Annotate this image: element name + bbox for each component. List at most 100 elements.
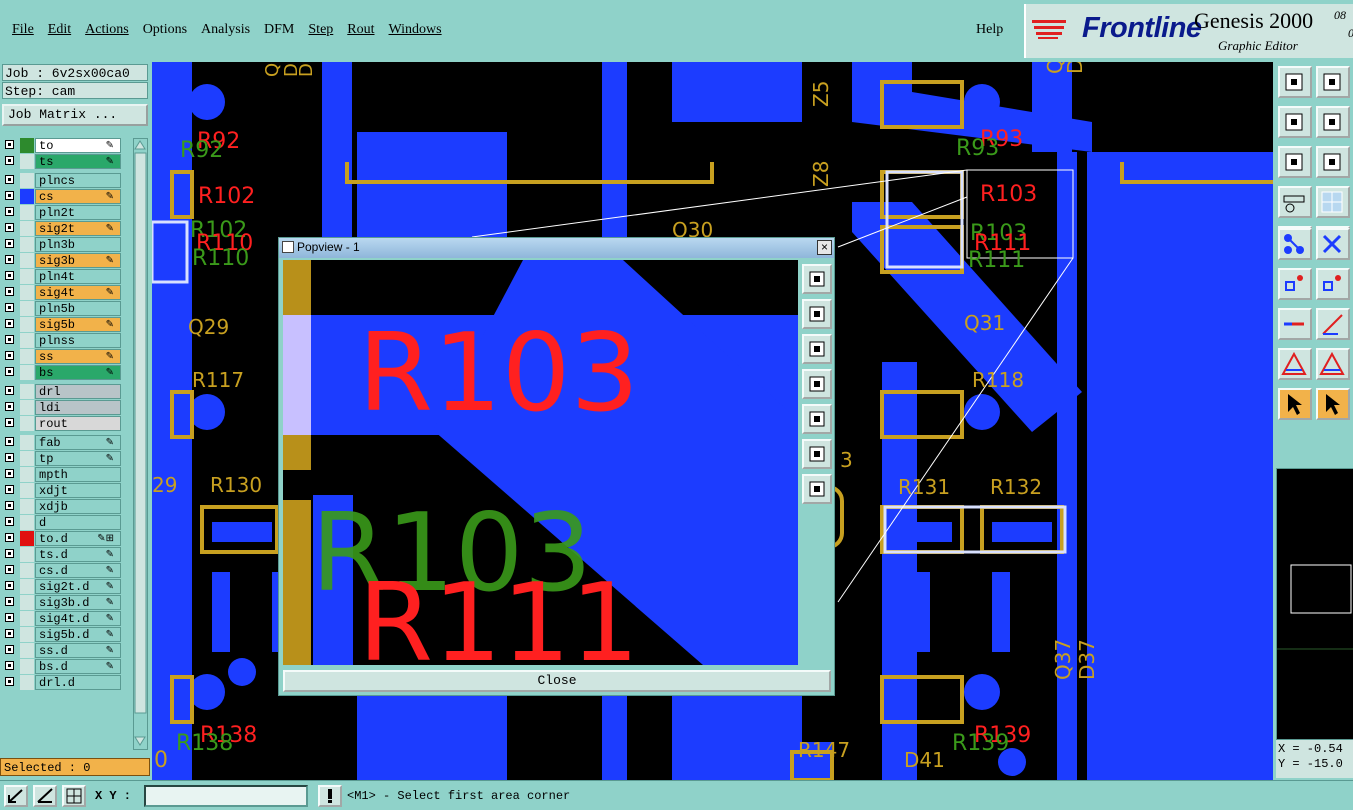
layer-checkbox[interactable] (5, 453, 14, 462)
pointer-active-button[interactable] (1316, 388, 1350, 420)
layer-checkbox[interactable] (5, 239, 14, 248)
layer-row[interactable]: ss.d ✎ (2, 643, 124, 658)
layer-checkbox[interactable] (5, 223, 14, 232)
layer-name[interactable]: sig5b.d ✎ (35, 627, 121, 642)
layer-row[interactable]: sig5b.d ✎ (2, 627, 124, 642)
layer-row[interactable]: sig5b ✎ (2, 317, 124, 332)
layer-name[interactable]: bs ✎ (35, 365, 121, 380)
layer-color-swatch[interactable] (20, 154, 34, 169)
menu-options[interactable]: Options (143, 22, 187, 42)
layer-row[interactable]: pln2t (2, 205, 124, 220)
layer-row[interactable]: pln4t (2, 269, 124, 284)
layer-color-swatch[interactable] (20, 237, 34, 252)
layer-name[interactable]: drl.d (35, 675, 121, 690)
layer-checkbox[interactable] (5, 255, 14, 264)
popview-titlebar[interactable]: Popview - 1 × (279, 238, 834, 258)
layer-checkbox[interactable] (5, 581, 14, 590)
layer-checkbox[interactable] (5, 287, 14, 296)
layer-color-swatch[interactable] (20, 416, 34, 431)
cancel-button[interactable] (1316, 228, 1350, 260)
layer-name[interactable]: pln3b (35, 237, 121, 252)
layer-name[interactable]: pln4t (35, 269, 121, 284)
layer-name[interactable]: to.d ✎⊞ (35, 531, 121, 546)
pan-down-button[interactable] (802, 334, 832, 364)
layer-checkbox[interactable] (5, 565, 14, 574)
layer-color-swatch[interactable] (20, 643, 34, 658)
layer-row[interactable]: sig4t.d ✎ (2, 611, 124, 626)
layer-name[interactable]: rout (35, 416, 121, 431)
layer-row[interactable]: ts.d ✎ (2, 547, 124, 562)
layer-checkbox[interactable] (5, 303, 14, 312)
layer-checkbox[interactable] (5, 175, 14, 184)
snap-button[interactable] (1278, 268, 1312, 300)
layer-name[interactable]: sig4t ✎ (35, 285, 121, 300)
layer-name[interactable]: plnss (35, 333, 121, 348)
layer-color-swatch[interactable] (20, 138, 34, 153)
xy-input[interactable] (144, 785, 308, 807)
layer-name[interactable]: bs.d ✎ (35, 659, 121, 674)
layer-checkbox[interactable] (5, 207, 14, 216)
layer-color-swatch[interactable] (20, 384, 34, 399)
line-feature-button[interactable] (1316, 308, 1350, 340)
layer-row[interactable]: plnss (2, 333, 124, 348)
layer-row[interactable]: ss ✎ (2, 349, 124, 364)
grid-snap-button[interactable] (62, 785, 86, 807)
layer-color-swatch[interactable] (20, 285, 34, 300)
pointer-button[interactable] (1278, 388, 1312, 420)
pan-left-button[interactable] (1278, 106, 1312, 138)
pan-down-button[interactable] (1316, 66, 1350, 98)
layer-checkbox[interactable] (5, 549, 14, 558)
layer-checkbox[interactable] (5, 367, 14, 376)
polygon-alt-button[interactable] (1316, 348, 1350, 380)
layer-color-swatch[interactable] (20, 400, 34, 415)
zoom-center-button[interactable] (1316, 146, 1350, 178)
layer-name[interactable]: xdjb (35, 499, 121, 514)
layer-name[interactable]: xdjt (35, 483, 121, 498)
layer-color-swatch[interactable] (20, 301, 34, 316)
layer-name[interactable]: ss ✎ (35, 349, 121, 364)
job-matrix-button[interactable]: Job Matrix ... (2, 104, 148, 126)
snap-alt-button[interactable] (1316, 268, 1350, 300)
polygon-button[interactable] (1278, 348, 1312, 380)
layer-name[interactable]: mpth (35, 467, 121, 482)
layer-name[interactable]: fab ✎ (35, 435, 121, 450)
layer-checkbox[interactable] (5, 661, 14, 670)
layer-name[interactable]: plncs (35, 173, 121, 188)
layer-checkbox[interactable] (5, 597, 14, 606)
grid-button[interactable] (1316, 186, 1350, 218)
layer-checkbox[interactable] (5, 677, 14, 686)
layer-color-swatch[interactable] (20, 627, 34, 642)
layer-checkbox[interactable] (5, 351, 14, 360)
close-icon[interactable]: × (817, 240, 832, 255)
menu-windows[interactable]: Windows (389, 22, 442, 42)
layer-checkbox[interactable] (5, 533, 14, 542)
layer-row[interactable]: fab ✎ (2, 435, 124, 450)
layer-color-swatch[interactable] (20, 515, 34, 530)
layer-name[interactable]: d (35, 515, 121, 530)
layer-color-swatch[interactable] (20, 675, 34, 690)
menu-rout[interactable]: Rout (347, 22, 374, 42)
pan-left-button[interactable] (802, 369, 832, 399)
layer-row[interactable]: xdjt (2, 483, 124, 498)
layer-color-swatch[interactable] (20, 467, 34, 482)
pan-up-button[interactable] (1278, 66, 1312, 98)
layer-color-swatch[interactable] (20, 483, 34, 498)
layer-checkbox[interactable] (5, 517, 14, 526)
pan-right-button[interactable] (802, 404, 832, 434)
layer-checkbox[interactable] (5, 613, 14, 622)
layer-checkbox[interactable] (5, 402, 14, 411)
layer-row[interactable]: cs ✎ (2, 189, 124, 204)
layer-checkbox[interactable] (5, 645, 14, 654)
layer-name[interactable]: sig3b ✎ (35, 253, 121, 268)
menu-step[interactable]: Step (308, 22, 333, 42)
layer-row[interactable]: sig2t.d ✎ (2, 579, 124, 594)
layer-name[interactable]: sig2t.d ✎ (35, 579, 121, 594)
close-button[interactable]: Close (283, 670, 831, 692)
layer-row[interactable]: plncs (2, 173, 124, 188)
zoom-fit-button[interactable] (1278, 146, 1312, 178)
layer-row[interactable]: to ✎ (2, 138, 124, 153)
layer-checkbox[interactable] (5, 386, 14, 395)
layer-row[interactable]: ldi (2, 400, 124, 415)
window-menu-icon[interactable] (282, 241, 294, 253)
layer-name[interactable]: sig4t.d ✎ (35, 611, 121, 626)
